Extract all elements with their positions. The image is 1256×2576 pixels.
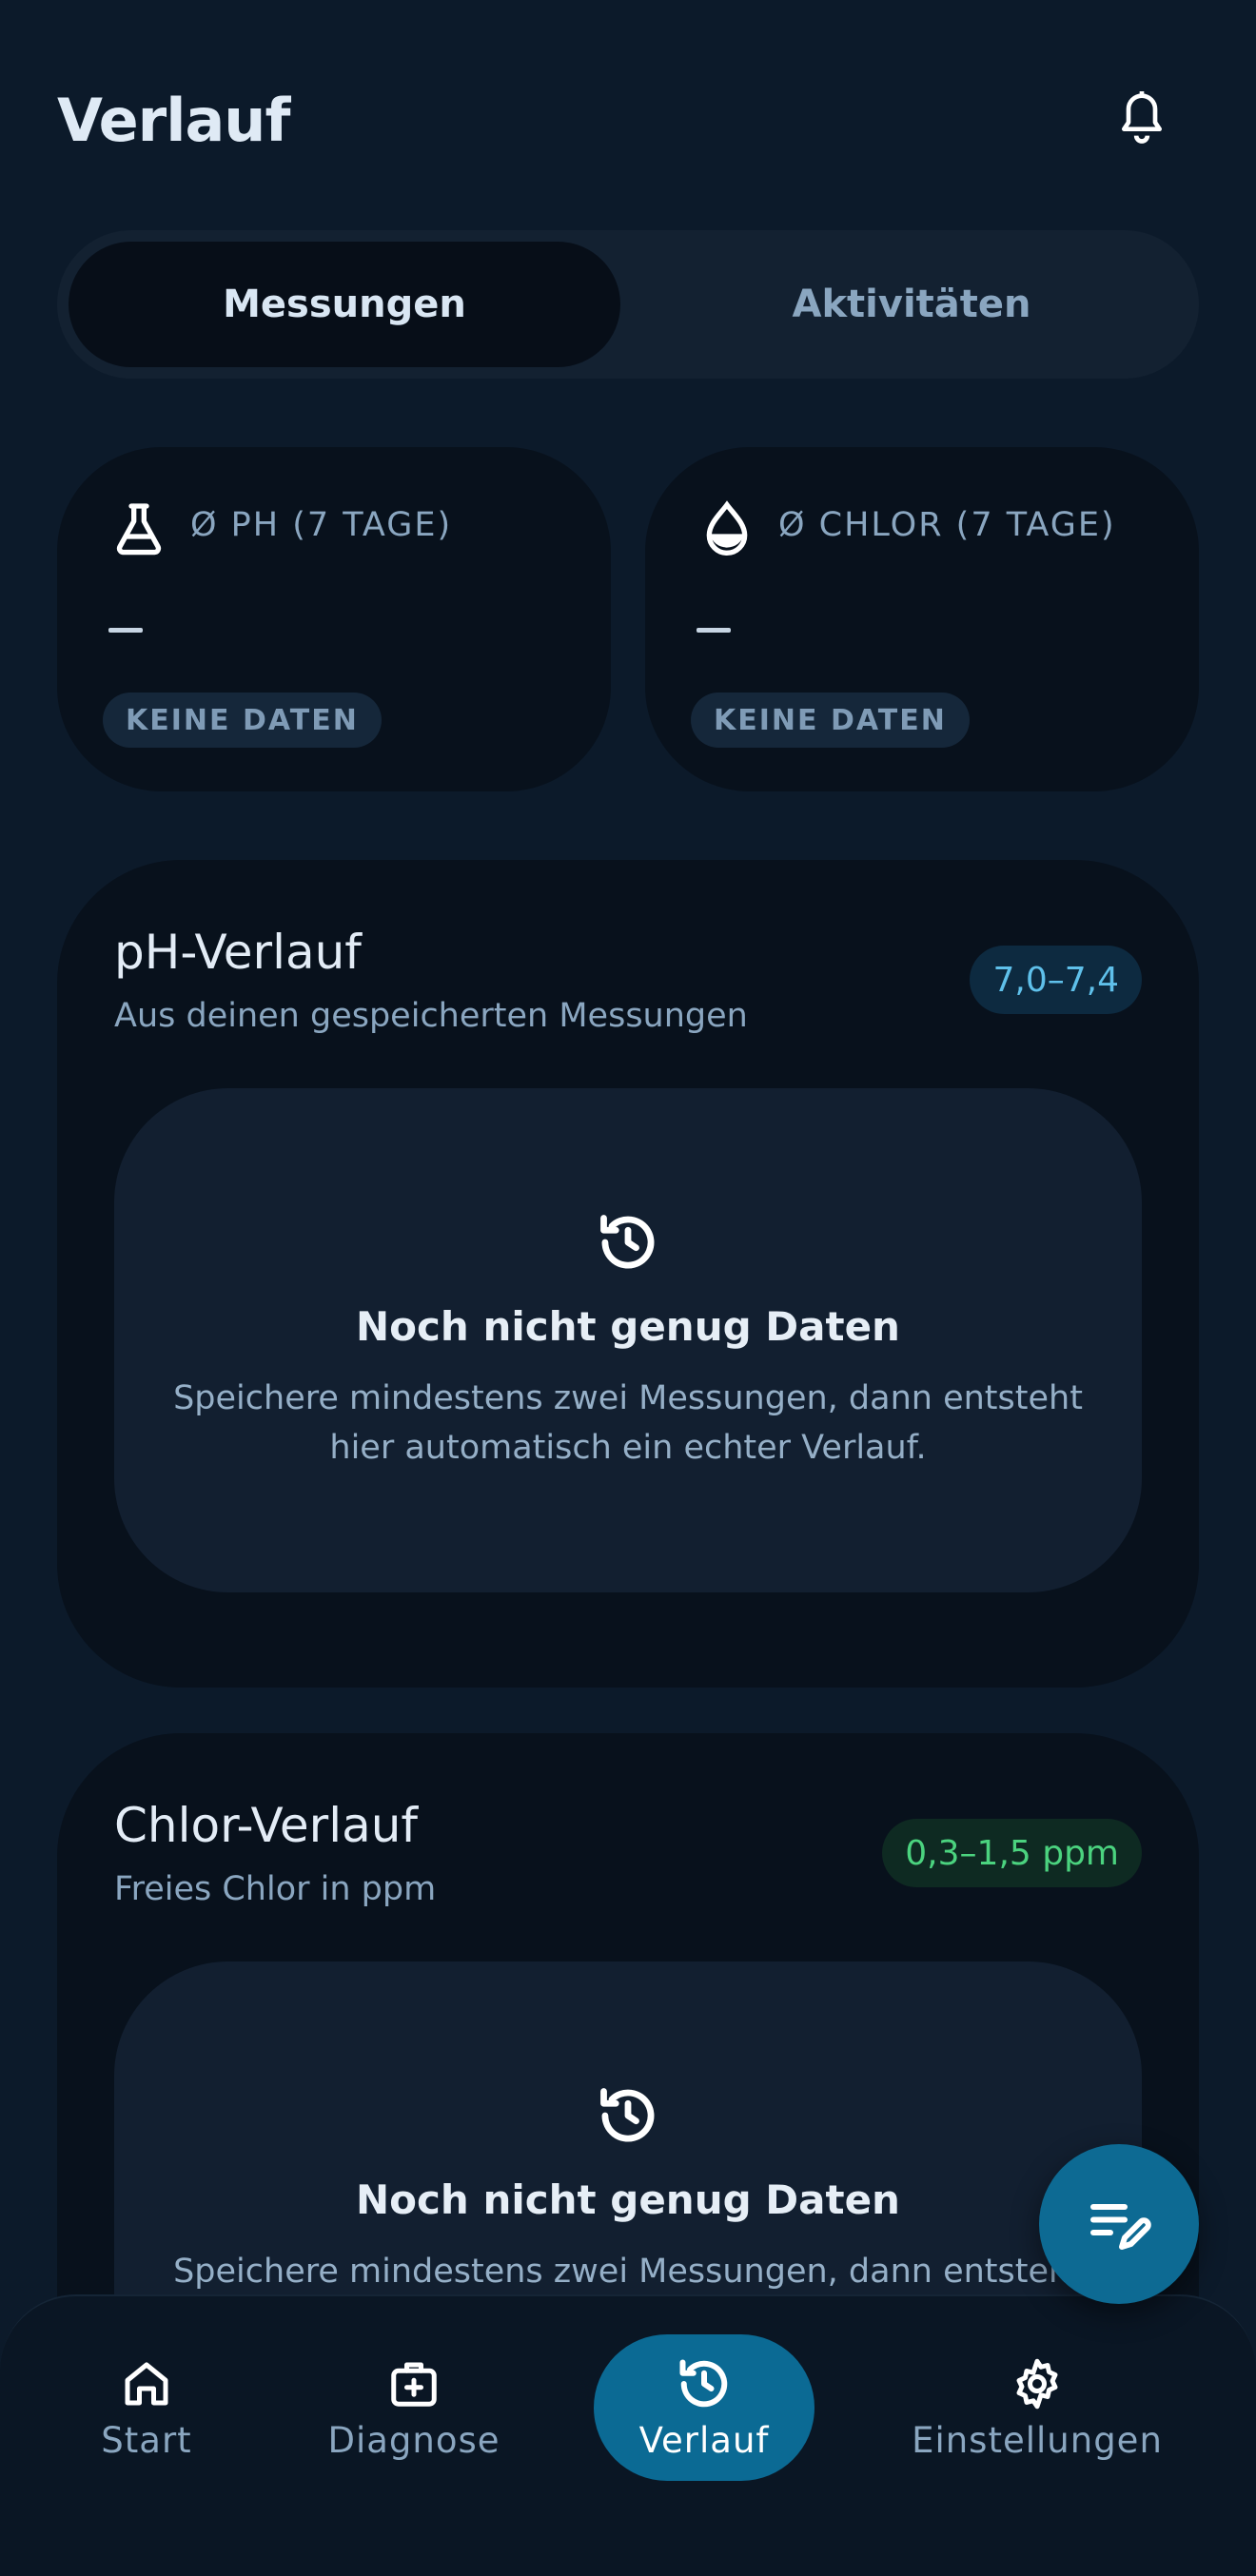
stat-label: Ø CHLOR (7 TAGE) bbox=[778, 506, 1116, 544]
nav-item-diagnose[interactable]: Diagnose bbox=[314, 2334, 514, 2481]
range-badge: 0,3–1,5 ppm bbox=[882, 1819, 1142, 1887]
history-icon bbox=[679, 2359, 728, 2407]
nav-label: Diagnose bbox=[327, 2419, 500, 2461]
stat-value bbox=[697, 628, 731, 633]
nav-label: Start bbox=[101, 2419, 192, 2461]
card-subtitle: Aus deinen gespeicherten Messungen bbox=[114, 997, 748, 1035]
card-title: Chlor-Verlauf bbox=[114, 1798, 419, 1853]
tab-messungen[interactable]: Messungen bbox=[69, 242, 620, 367]
view-toggle: Messungen Aktivitäten bbox=[57, 230, 1199, 379]
nav-item-start[interactable]: Start bbox=[70, 2334, 223, 2481]
empty-title: Noch nicht genug Daten bbox=[356, 2176, 900, 2223]
empty-title: Noch nicht genug Daten bbox=[356, 1303, 900, 1350]
medical-kit-icon bbox=[391, 2362, 437, 2407]
stat-card-chlor: Ø CHLOR (7 TAGE) KEINE DATEN bbox=[645, 447, 1199, 791]
gear-icon bbox=[1016, 2358, 1058, 2409]
stat-value bbox=[108, 628, 143, 633]
range-badge: 7,0–7,4 bbox=[970, 946, 1142, 1014]
status-badge: KEINE DATEN bbox=[103, 693, 382, 748]
add-measurement-button[interactable] bbox=[1039, 2144, 1199, 2304]
empty-state: Noch nicht genug Daten Speichere mindest… bbox=[114, 1088, 1142, 1592]
edit-note-icon bbox=[1090, 2204, 1151, 2250]
nav-item-verlauf[interactable]: Verlauf bbox=[594, 2334, 814, 2481]
empty-text: Speichere mindestens zwei Messungen, dan… bbox=[173, 1379, 1083, 1467]
nav-label: Einstellungen bbox=[912, 2419, 1163, 2461]
card-title: pH-Verlauf bbox=[114, 925, 362, 980]
flask-icon bbox=[116, 503, 162, 556]
nav-item-einstellungen[interactable]: Einstellungen bbox=[894, 2334, 1180, 2481]
app-header: Verlauf bbox=[57, 80, 1199, 156]
ph-history-card: pH-Verlauf Aus deinen gespeicherten Mess… bbox=[57, 860, 1199, 1688]
status-badge: KEINE DATEN bbox=[691, 693, 970, 748]
nav-label: Verlauf bbox=[638, 2419, 770, 2461]
bottom-navigation: Start Diagnose Verlauf Einstellungen bbox=[0, 2294, 1256, 2576]
home-icon bbox=[125, 2362, 168, 2405]
tab-aktivitaeten[interactable]: Aktivitäten bbox=[636, 242, 1187, 367]
history-icon bbox=[600, 2088, 655, 2142]
stat-label: Ø PH (7 TAGE) bbox=[190, 506, 453, 544]
card-subtitle: Freies Chlor in ppm bbox=[114, 1870, 437, 1908]
notifications-button[interactable] bbox=[1108, 80, 1176, 156]
history-icon bbox=[600, 1215, 655, 1269]
droplet-icon bbox=[706, 500, 748, 556]
bell-icon bbox=[1122, 91, 1162, 144]
page-title: Verlauf bbox=[57, 86, 290, 155]
stat-card-ph: Ø PH (7 TAGE) KEINE DATEN bbox=[57, 447, 611, 791]
